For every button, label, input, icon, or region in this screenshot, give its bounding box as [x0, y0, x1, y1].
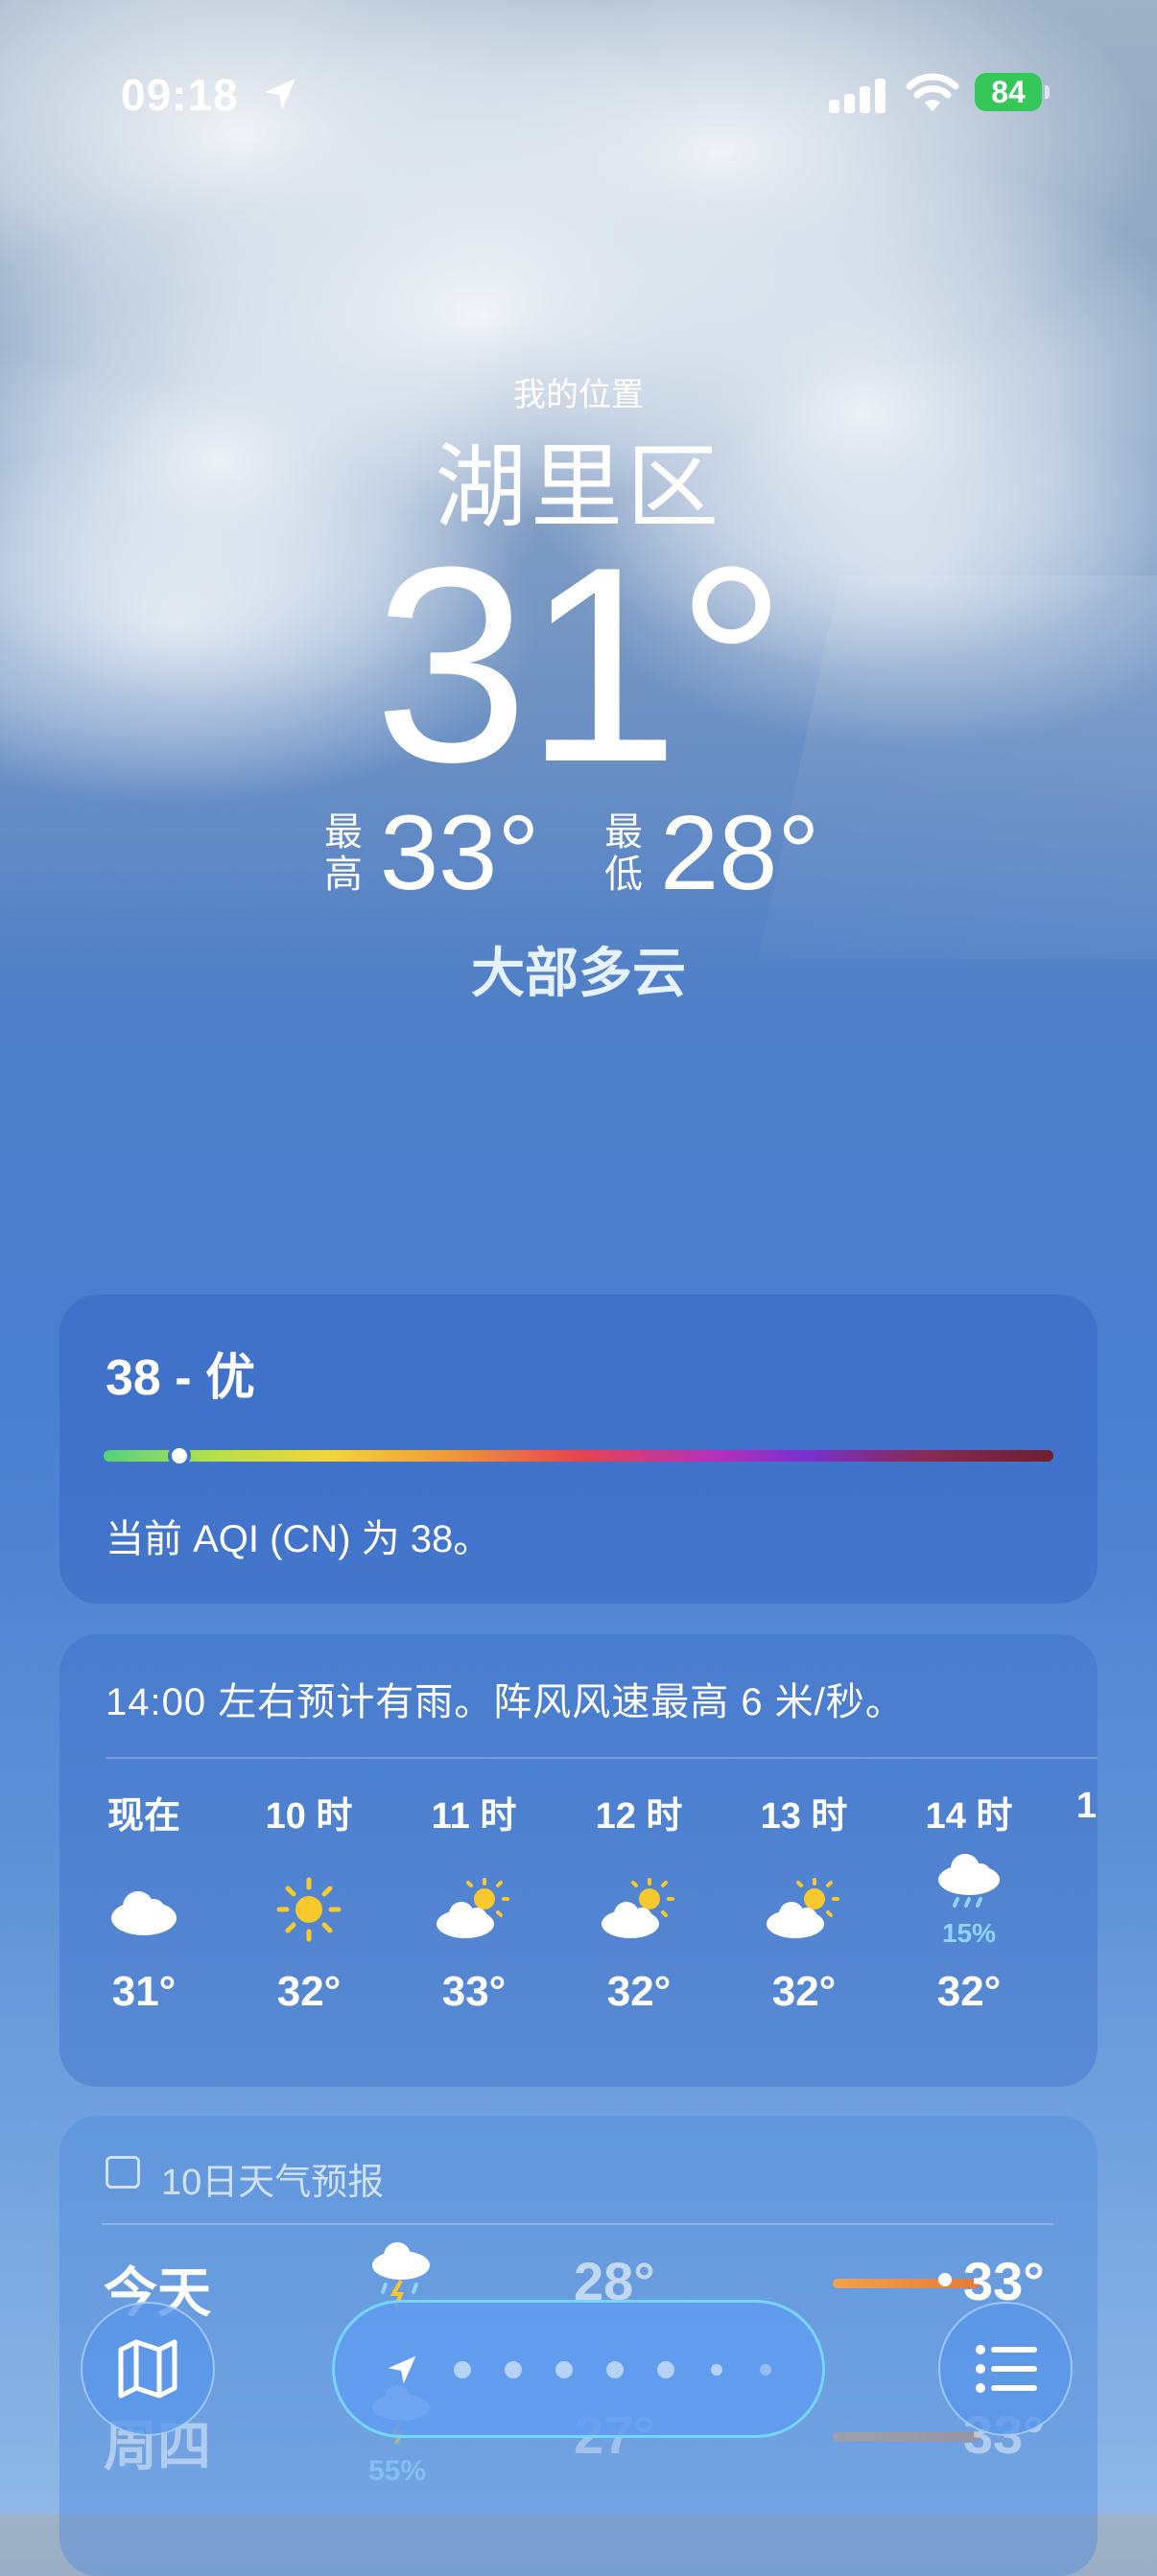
list-icon [976, 2345, 1037, 2393]
battery-indicator: 84 [975, 73, 1050, 111]
location-pager[interactable] [332, 2300, 825, 2438]
high-low: 最高 33° 最低 28° [0, 796, 1157, 911]
partly-cloudy-icon [437, 1878, 509, 1938]
precip-chance: 15% [941, 1918, 997, 1948]
calendar-icon [106, 2156, 140, 2189]
hour-item: 14 时 15% 32° [911, 1786, 1027, 2016]
condition-text: 大部多云 [471, 943, 686, 1003]
divider [102, 2223, 1053, 2225]
status-bar: 09:18 84 [0, 69, 1157, 123]
aqi-card[interactable]: 38 - 优 当前 AQI (CN) 为 38。 [59, 1295, 1098, 1604]
hourly-strip[interactable]: 现在 31° 10 时 32° 11 时 33° 12 时 32° 13 时 3… [59, 1786, 1098, 2073]
map-button[interactable] [81, 2302, 215, 2436]
page-dot[interactable] [606, 2361, 624, 2378]
rain-cloud-icon [938, 1854, 1000, 1908]
location-list-button[interactable] [938, 2302, 1073, 2436]
hour-label: 14 时 [925, 1796, 1013, 1837]
hour-label: 11 时 [431, 1796, 517, 1837]
hour-item: 10 时 32° [251, 1786, 366, 2016]
temp-range-bar [833, 2279, 980, 2288]
hourly-forecast-card[interactable]: 14:00 左右预计有雨。阵风风速最高 6 米/秒。 现在 31° 10 时 3… [59, 1634, 1098, 2087]
hour-item: 13 时 32° [746, 1786, 862, 2016]
hour-item: 现在 31° [86, 1786, 201, 2016]
wifi-icon [906, 73, 959, 111]
hour-temperature: 33° [441, 1968, 507, 2015]
sun-icon [276, 1877, 342, 1942]
aqi-level-marker [168, 1444, 192, 1467]
hour-temperature: 32° [771, 1968, 837, 2015]
hour-item: 12 时 32° [581, 1786, 697, 2016]
low-temperature: 28° [660, 794, 820, 912]
hour-label: 现在 [106, 1796, 180, 1837]
ten-day-header: 10日天气预报 [161, 2163, 385, 2203]
page-dot[interactable] [711, 2364, 722, 2376]
hour-item: 11 时 33° [416, 1786, 531, 2016]
hour-label: 10 时 [265, 1796, 353, 1837]
cellular-signal-icon [829, 75, 888, 113]
temp-range-bar [833, 2432, 980, 2442]
cloud-icon [111, 1891, 177, 1935]
page-dot[interactable] [505, 2361, 522, 2378]
map-icon [118, 2339, 177, 2399]
my-location-label: 我的位置 [513, 377, 644, 413]
high-temperature: 33° [380, 794, 540, 912]
location-arrow-icon[interactable] [385, 2353, 419, 2387]
page-dot[interactable] [555, 2361, 573, 2378]
battery-level: 84 [991, 75, 1026, 109]
hour-temperature: 32° [606, 1968, 672, 2015]
aqi-scale-bar [104, 1450, 1053, 1462]
divider [106, 1757, 1098, 1759]
partly-cloudy-icon [767, 1878, 839, 1938]
partly-cloudy-icon [602, 1878, 674, 1938]
hour-temperature: 31° [111, 1968, 177, 2015]
hour-temperature: 32° [936, 1968, 1002, 2015]
aqi-description: 当前 AQI (CN) 为 38。 [106, 1518, 492, 1560]
status-time: 09:18 [121, 70, 239, 120]
current-temperature: 31° [373, 509, 788, 820]
high-label: 最高 [324, 811, 363, 896]
current-temp-marker [938, 2273, 952, 2286]
low-label: 最低 [604, 811, 643, 896]
page-dot[interactable] [760, 2364, 771, 2376]
page-dot[interactable] [454, 2361, 471, 2378]
location-arrow-icon [265, 79, 295, 109]
precip-chance: 55% [368, 2455, 427, 2487]
hourly-summary: 14:00 左右预计有雨。阵风风速最高 6 米/秒。 [106, 1681, 905, 1723]
hour-label: 12 时 [595, 1796, 683, 1837]
hour-label: 13 时 [760, 1796, 848, 1837]
hour-item-partial: 1 [1076, 1786, 1098, 1826]
page-dot[interactable] [657, 2361, 674, 2378]
hour-temperature: 32° [276, 1968, 342, 2015]
aqi-title: 38 - 优 [106, 1350, 256, 1406]
